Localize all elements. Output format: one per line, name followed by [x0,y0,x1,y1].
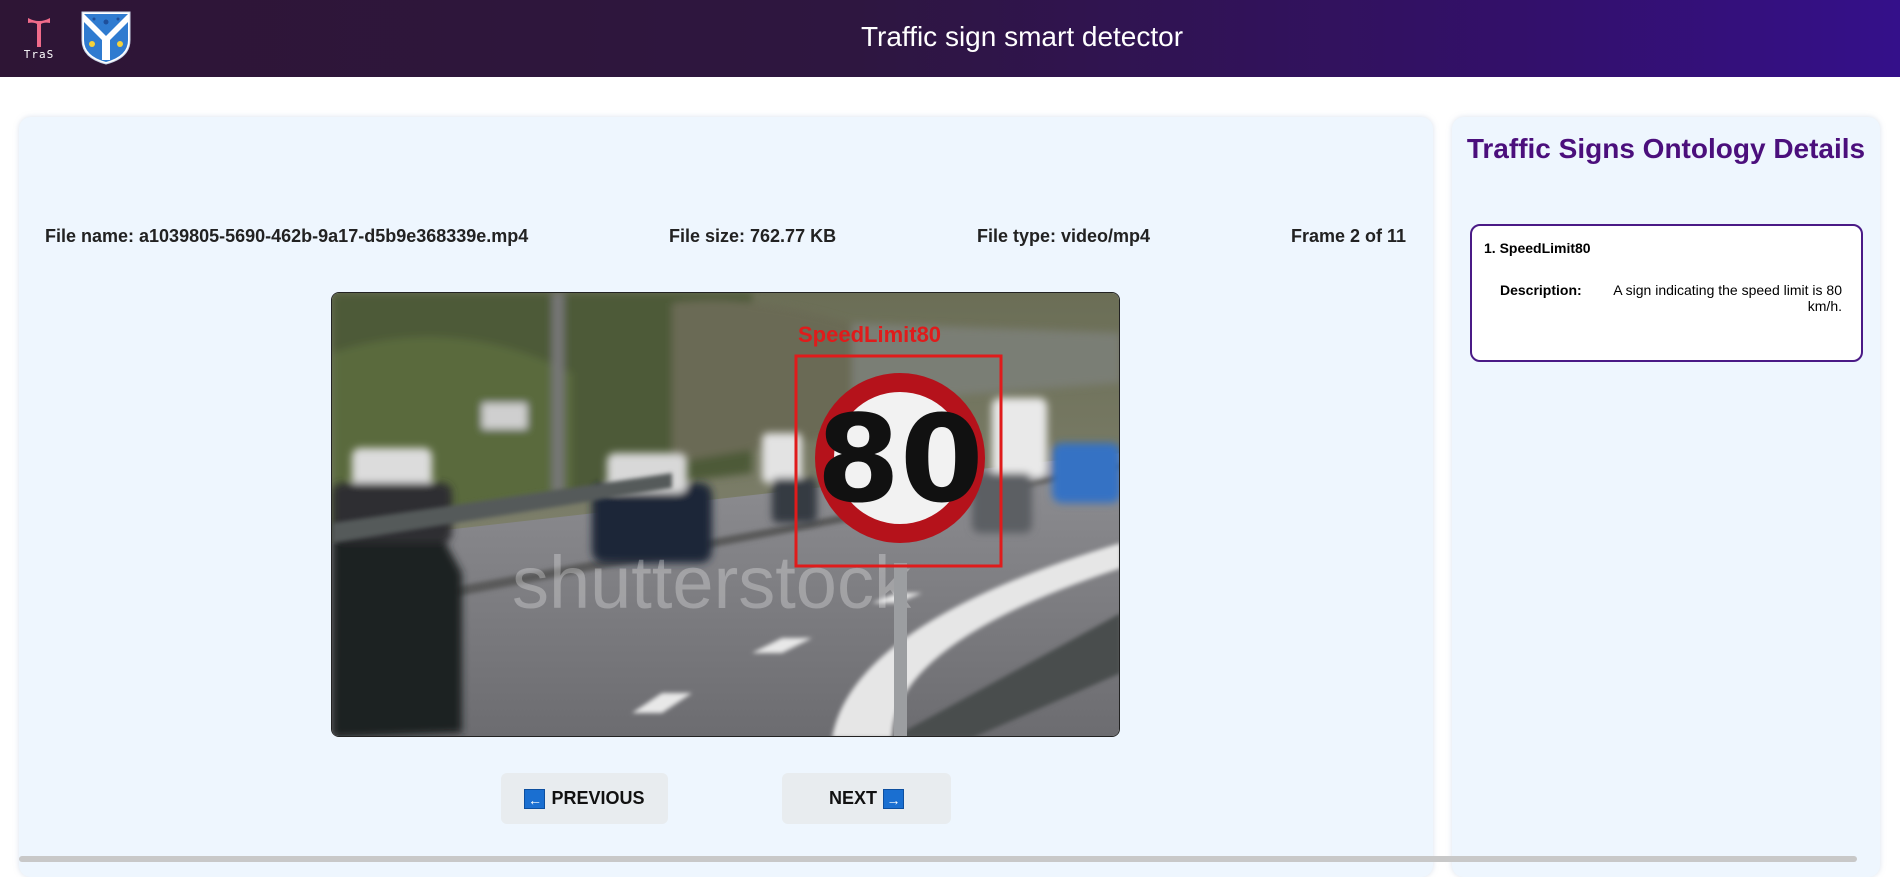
next-button[interactable]: NEXT → [782,773,951,824]
next-button-label: NEXT [828,788,877,808]
sign-number: 80 [817,391,984,530]
ontology-item-description-label: Description: [1500,282,1582,298]
ontology-item-description: A sign indicating the speed limit is 80 … [1613,282,1842,314]
video-frame: shutterstock 80 SpeedLimit80 [331,292,1120,737]
previous-button-label: PREVIOUS [551,788,645,808]
file-name: File name: a1039805-5690-462b-9a17-d5b9e… [45,226,529,246]
arrow-left-icon: ← [524,788,546,809]
frame-counter: Frame 2 of 11 [1291,226,1407,246]
arrow-right-icon: → [883,788,904,809]
page-title: Traffic sign smart detector [860,21,1184,52]
ontology-item: 1. SpeedLimit80 Description: A sign indi… [1470,224,1863,362]
ontology-item-name: 1. SpeedLimit80 [1484,240,1591,256]
video-frame-image: shutterstock 80 SpeedLimit80 [332,293,1119,736]
app-header: TraS Traffic sign smart detector [0,0,1900,77]
file-type: File type: video/mp4 [977,226,1151,246]
ontology-title: Traffic Signs Ontology Details [1466,133,1866,164]
horizontal-scrollbar[interactable] [19,856,1857,862]
watermark-text: shutterstock [512,541,912,624]
previous-button[interactable]: ← PREVIOUS [501,773,668,824]
detection-label: SpeedLimit80 [798,322,941,347]
file-size: File size: 762.77 KB [669,226,837,246]
